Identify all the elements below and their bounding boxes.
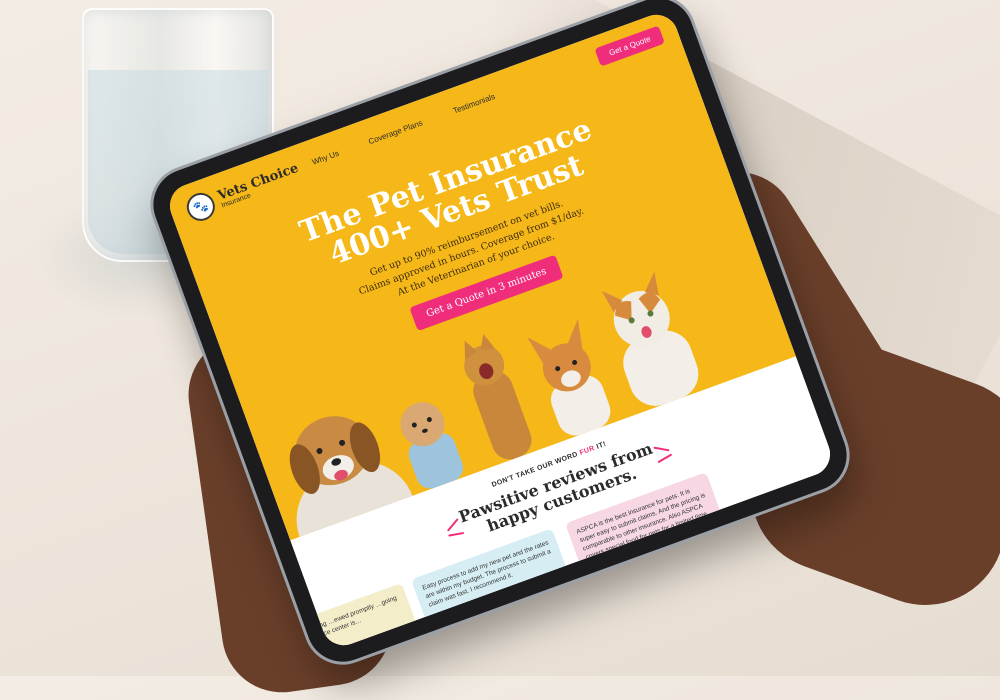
- calico-cat-image: [601, 271, 699, 406]
- site-logo[interactable]: 🐾 Vets Choice Insurance: [182, 158, 304, 225]
- kicker-post: IT!: [595, 440, 608, 451]
- kicker-em: FUR: [578, 444, 596, 457]
- avatar: [432, 608, 453, 630]
- nav-testimonials[interactable]: Testimonials: [452, 92, 496, 116]
- nav-coverage-plans[interactable]: Coverage Plans: [367, 118, 424, 146]
- dog-logo-icon: 🐾: [182, 188, 219, 225]
- get-quote-button[interactable]: Get a Quote: [594, 25, 665, 67]
- corgi-image: [527, 318, 611, 436]
- star-rating: ★★★★★: [611, 555, 648, 575]
- avatar: R: [592, 569, 613, 591]
- orange-cat-image: [464, 333, 532, 460]
- small-dog-image: [400, 402, 464, 489]
- review-meta: ★★★★★ Roxanne: [611, 555, 651, 584]
- nav-why-us[interactable]: Why Us: [311, 149, 340, 167]
- logo-text-block: Vets Choice Insurance: [216, 161, 302, 210]
- reviewer-name: Roxanne: [614, 567, 643, 584]
